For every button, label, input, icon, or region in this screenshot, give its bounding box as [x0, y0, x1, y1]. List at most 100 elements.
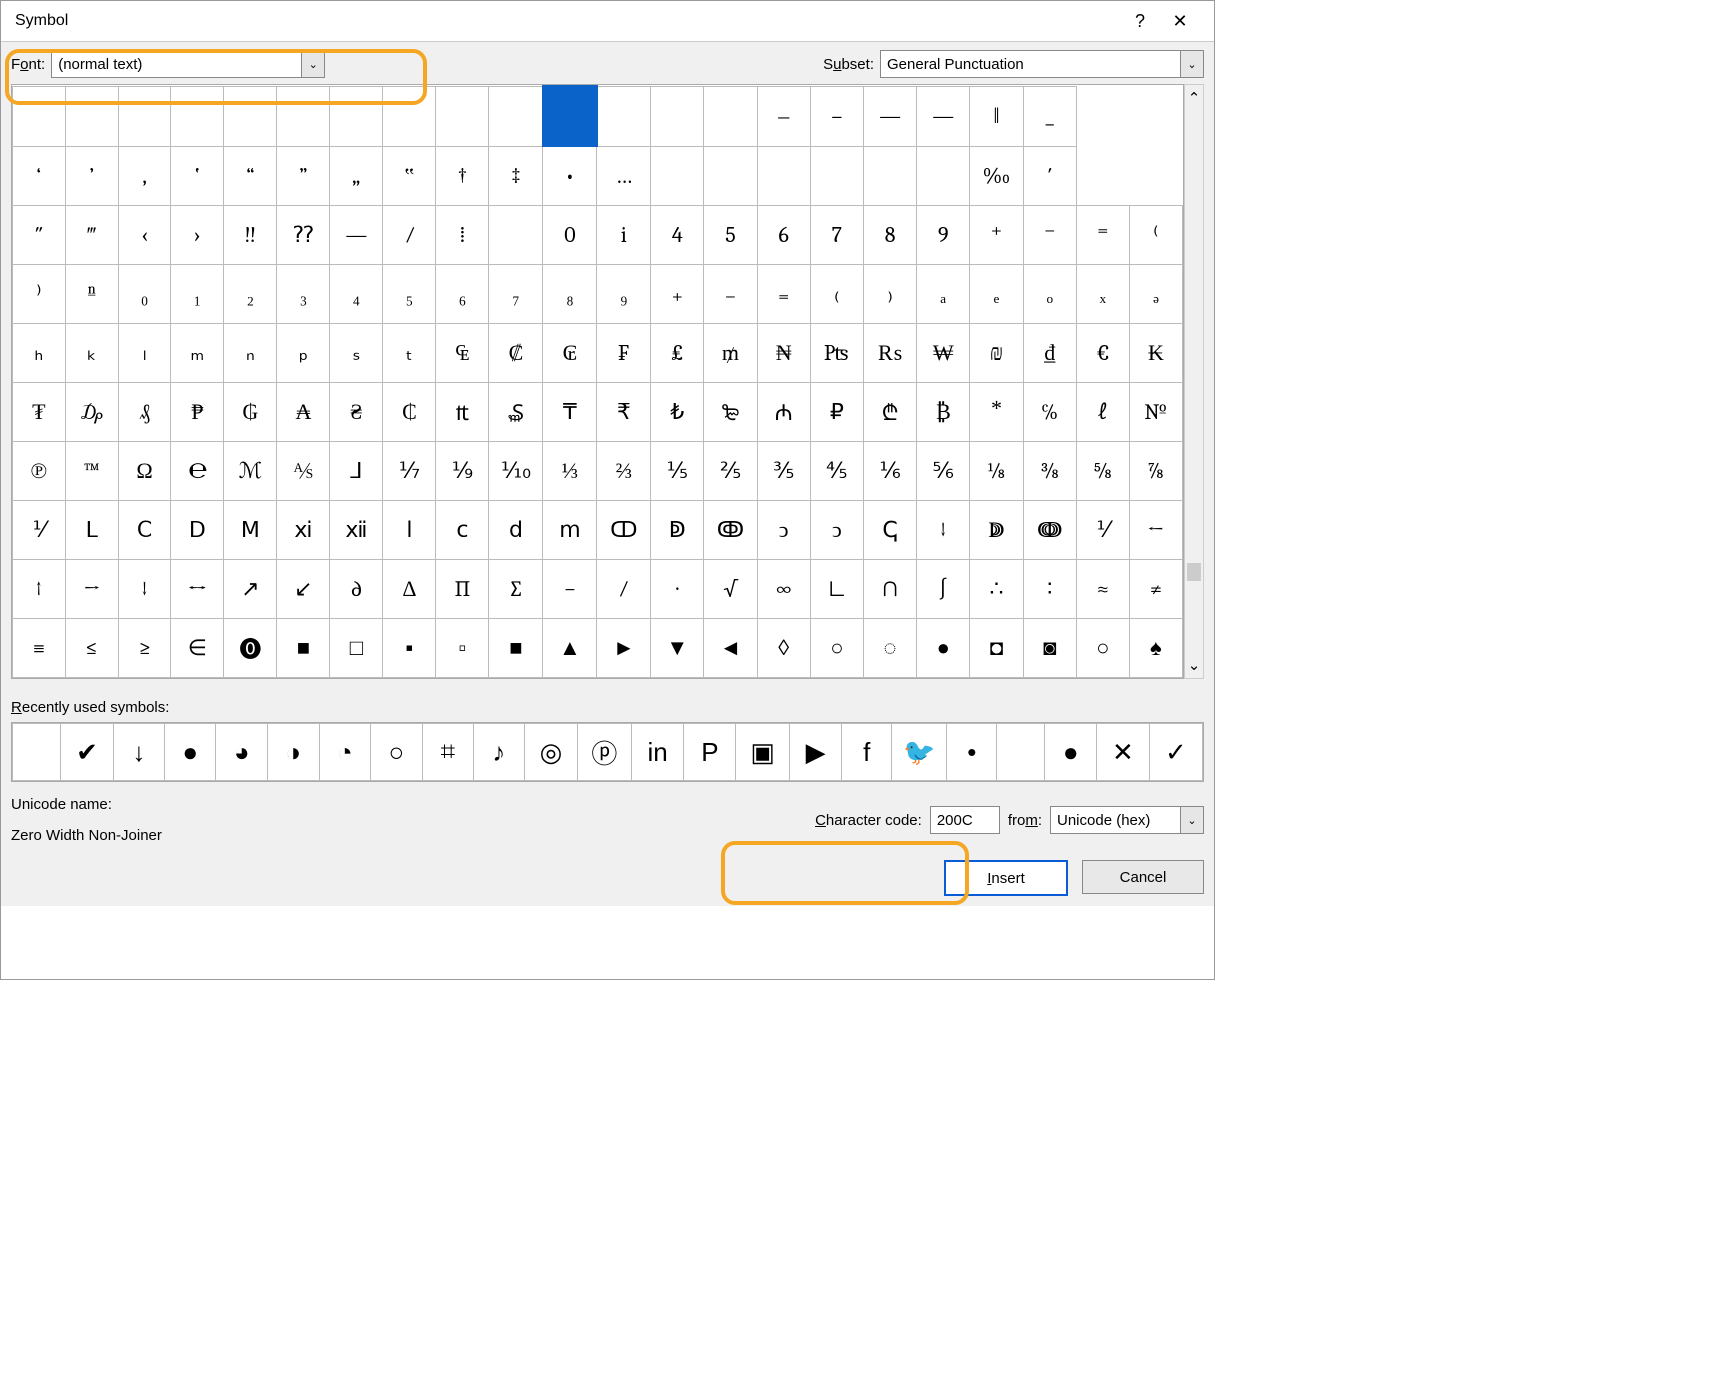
symbol-cell[interactable]: ↈ: [1023, 501, 1076, 560]
insert-button[interactable]: Insert: [944, 860, 1068, 896]
symbol-cell[interactable]: ‚: [118, 146, 171, 206]
symbol-cell[interactable]: [330, 86, 383, 146]
symbol-cell[interactable]: ₺: [651, 383, 704, 442]
symbol-cell[interactable]: ←: [1129, 501, 1182, 560]
recent-symbol-down-arrow[interactable]: ↓: [113, 724, 164, 781]
symbol-cell[interactable]: ⅍: [277, 442, 330, 501]
symbol-cell[interactable]: ₆: [436, 265, 489, 324]
symbol-cell[interactable]: ↔: [171, 560, 224, 619]
symbol-cell[interactable]: ⁄: [383, 206, 436, 265]
scroll-up-icon[interactable]: ⌃: [1188, 89, 1201, 107]
symbol-cell[interactable]: ₄: [330, 265, 383, 324]
symbol-cell[interactable]: ↁ: [651, 501, 704, 560]
symbol-cell[interactable]: “: [224, 146, 277, 206]
symbol-cell[interactable]: [864, 146, 917, 206]
symbol-cell[interactable]: ○: [810, 619, 863, 678]
symbol-cell[interactable]: ⅐: [383, 442, 436, 501]
symbol-cell[interactable]: ⅑: [436, 442, 489, 501]
symbol-cell[interactable]: ‒: [757, 86, 810, 146]
recent-symbol-facebook[interactable]: f: [842, 724, 892, 781]
symbol-cell[interactable]: √: [704, 560, 757, 619]
symbol-cell[interactable]: ‹: [118, 206, 171, 265]
recent-symbol-check-light[interactable]: ✓: [1149, 724, 1202, 781]
symbol-cell[interactable]: ⅃: [330, 442, 383, 501]
recent-symbol-cell[interactable]: [997, 724, 1045, 781]
symbol-cell[interactable]: •: [543, 146, 597, 206]
recent-symbol-black-circle2[interactable]: ●: [1045, 724, 1097, 781]
symbol-cell[interactable]: ↂ: [704, 501, 757, 560]
symbol-cell[interactable]: ⅺ: [277, 501, 330, 560]
symbol-cell[interactable]: ▲: [543, 619, 597, 678]
symbol-cell[interactable]: ↄ: [810, 501, 863, 560]
symbol-cell[interactable]: ′: [1023, 146, 1076, 206]
subset-input[interactable]: [880, 50, 1180, 78]
symbol-cell[interactable]: [704, 146, 757, 206]
recent-symbol-hash[interactable]: ⌗: [422, 724, 473, 781]
symbol-cell[interactable]: ₚ: [277, 324, 330, 383]
symbol-cell[interactable]: Ⅿ: [224, 501, 277, 560]
symbol-cell[interactable]: ↇ: [970, 501, 1023, 560]
recent-symbol-half-circle[interactable]: ◑: [268, 724, 320, 781]
symbol-cell[interactable]: [917, 146, 970, 206]
symbol-cell[interactable]: ™: [65, 442, 118, 501]
recent-symbol-pie-3q[interactable]: ◕: [216, 724, 268, 781]
symbol-cell[interactable]: ₮: [13, 383, 66, 442]
symbol-cell[interactable]: ⅿ: [543, 501, 597, 560]
symbol-cell[interactable]: ∫: [917, 560, 970, 619]
symbol-cell[interactable]: ₉: [597, 265, 651, 324]
symbol-cell[interactable]: ∞: [757, 560, 810, 619]
symbol-cell[interactable]: ⁿ: [65, 265, 118, 324]
symbol-cell[interactable]: ₤: [651, 324, 704, 383]
symbol-cell[interactable]: ℓ: [1076, 383, 1129, 442]
symbol-cell[interactable]: [436, 86, 489, 146]
recent-symbol-black-circle[interactable]: ●: [164, 724, 216, 781]
symbol-cell[interactable]: ₹: [597, 383, 651, 442]
symbol-cell[interactable]: ‛: [171, 146, 224, 206]
symbol-cell[interactable]: ∙: [651, 560, 704, 619]
symbol-cell[interactable]: ₰: [118, 383, 171, 442]
symbol-cell[interactable]: ℗: [13, 442, 66, 501]
symbol-cell[interactable]: ›: [171, 206, 224, 265]
symbol-cell[interactable]: ₈: [543, 265, 597, 324]
scroll-thumb[interactable]: [1187, 563, 1201, 581]
symbol-cell[interactable]: ₅: [383, 265, 436, 324]
symbol-cell[interactable]: ⅝: [1076, 442, 1129, 501]
symbol-cell[interactable]: [277, 86, 330, 146]
recent-symbols[interactable]: ✔↓●◕◑◔○⌗♪◎ⓟinP▣▶f🐦•●✕✓: [11, 722, 1204, 782]
symbol-cell[interactable]: ₼: [757, 383, 810, 442]
symbol-cell[interactable]: ■: [277, 619, 330, 678]
symbol-cell[interactable]: ■: [489, 619, 543, 678]
symbol-cell[interactable]: Ⅽ: [118, 501, 171, 560]
symbol-cell[interactable]: ₁: [171, 265, 224, 324]
recent-symbol-pinterest-p[interactable]: P: [684, 724, 736, 781]
symbol-cell[interactable]: ‘: [13, 146, 66, 206]
cancel-button[interactable]: Cancel: [1082, 860, 1204, 894]
symbol-cell[interactable]: ▫: [436, 619, 489, 678]
symbol-cell[interactable]: …: [597, 146, 651, 206]
symbol-cell[interactable]: ↅ: [864, 501, 917, 560]
symbol-cell[interactable]: [224, 86, 277, 146]
symbol-cell[interactable]: ₙ: [224, 324, 277, 383]
symbol-cell[interactable]: ₗ: [118, 324, 171, 383]
from-dropdown-button[interactable]: ⌄: [1180, 806, 1204, 834]
symbol-cell[interactable]: ₐ: [917, 265, 970, 324]
recent-symbol-circle[interactable]: ○: [371, 724, 423, 781]
symbol-cell[interactable]: ‰: [970, 146, 1023, 206]
symbol-cell[interactable]: [489, 206, 543, 265]
symbol-cell[interactable]: ₦: [757, 324, 810, 383]
symbol-cell[interactable]: ₘ: [171, 324, 224, 383]
symbol-cell[interactable]: 7: [810, 206, 863, 265]
recent-symbol-pie-1q[interactable]: ◔: [319, 724, 371, 781]
symbol-cell[interactable]: ⁻: [1023, 206, 1076, 265]
symbol-cell[interactable]: ∕: [597, 560, 651, 619]
symbol-cell[interactable]: 0: [543, 206, 597, 265]
symbol-cell[interactable]: ⅚: [917, 442, 970, 501]
symbol-cell[interactable]: ◌: [864, 619, 917, 678]
symbol-cell[interactable]: ⅛: [970, 442, 1023, 501]
symbol-cell[interactable]: ₥: [704, 324, 757, 383]
symbol-cell[interactable]: ₩: [917, 324, 970, 383]
symbol-cell[interactable]: Ω: [118, 442, 171, 501]
symbol-cell[interactable]: ₫: [1023, 324, 1076, 383]
subset-dropdown-button[interactable]: ⌄: [1180, 50, 1204, 78]
symbol-cell[interactable]: ₀: [118, 265, 171, 324]
